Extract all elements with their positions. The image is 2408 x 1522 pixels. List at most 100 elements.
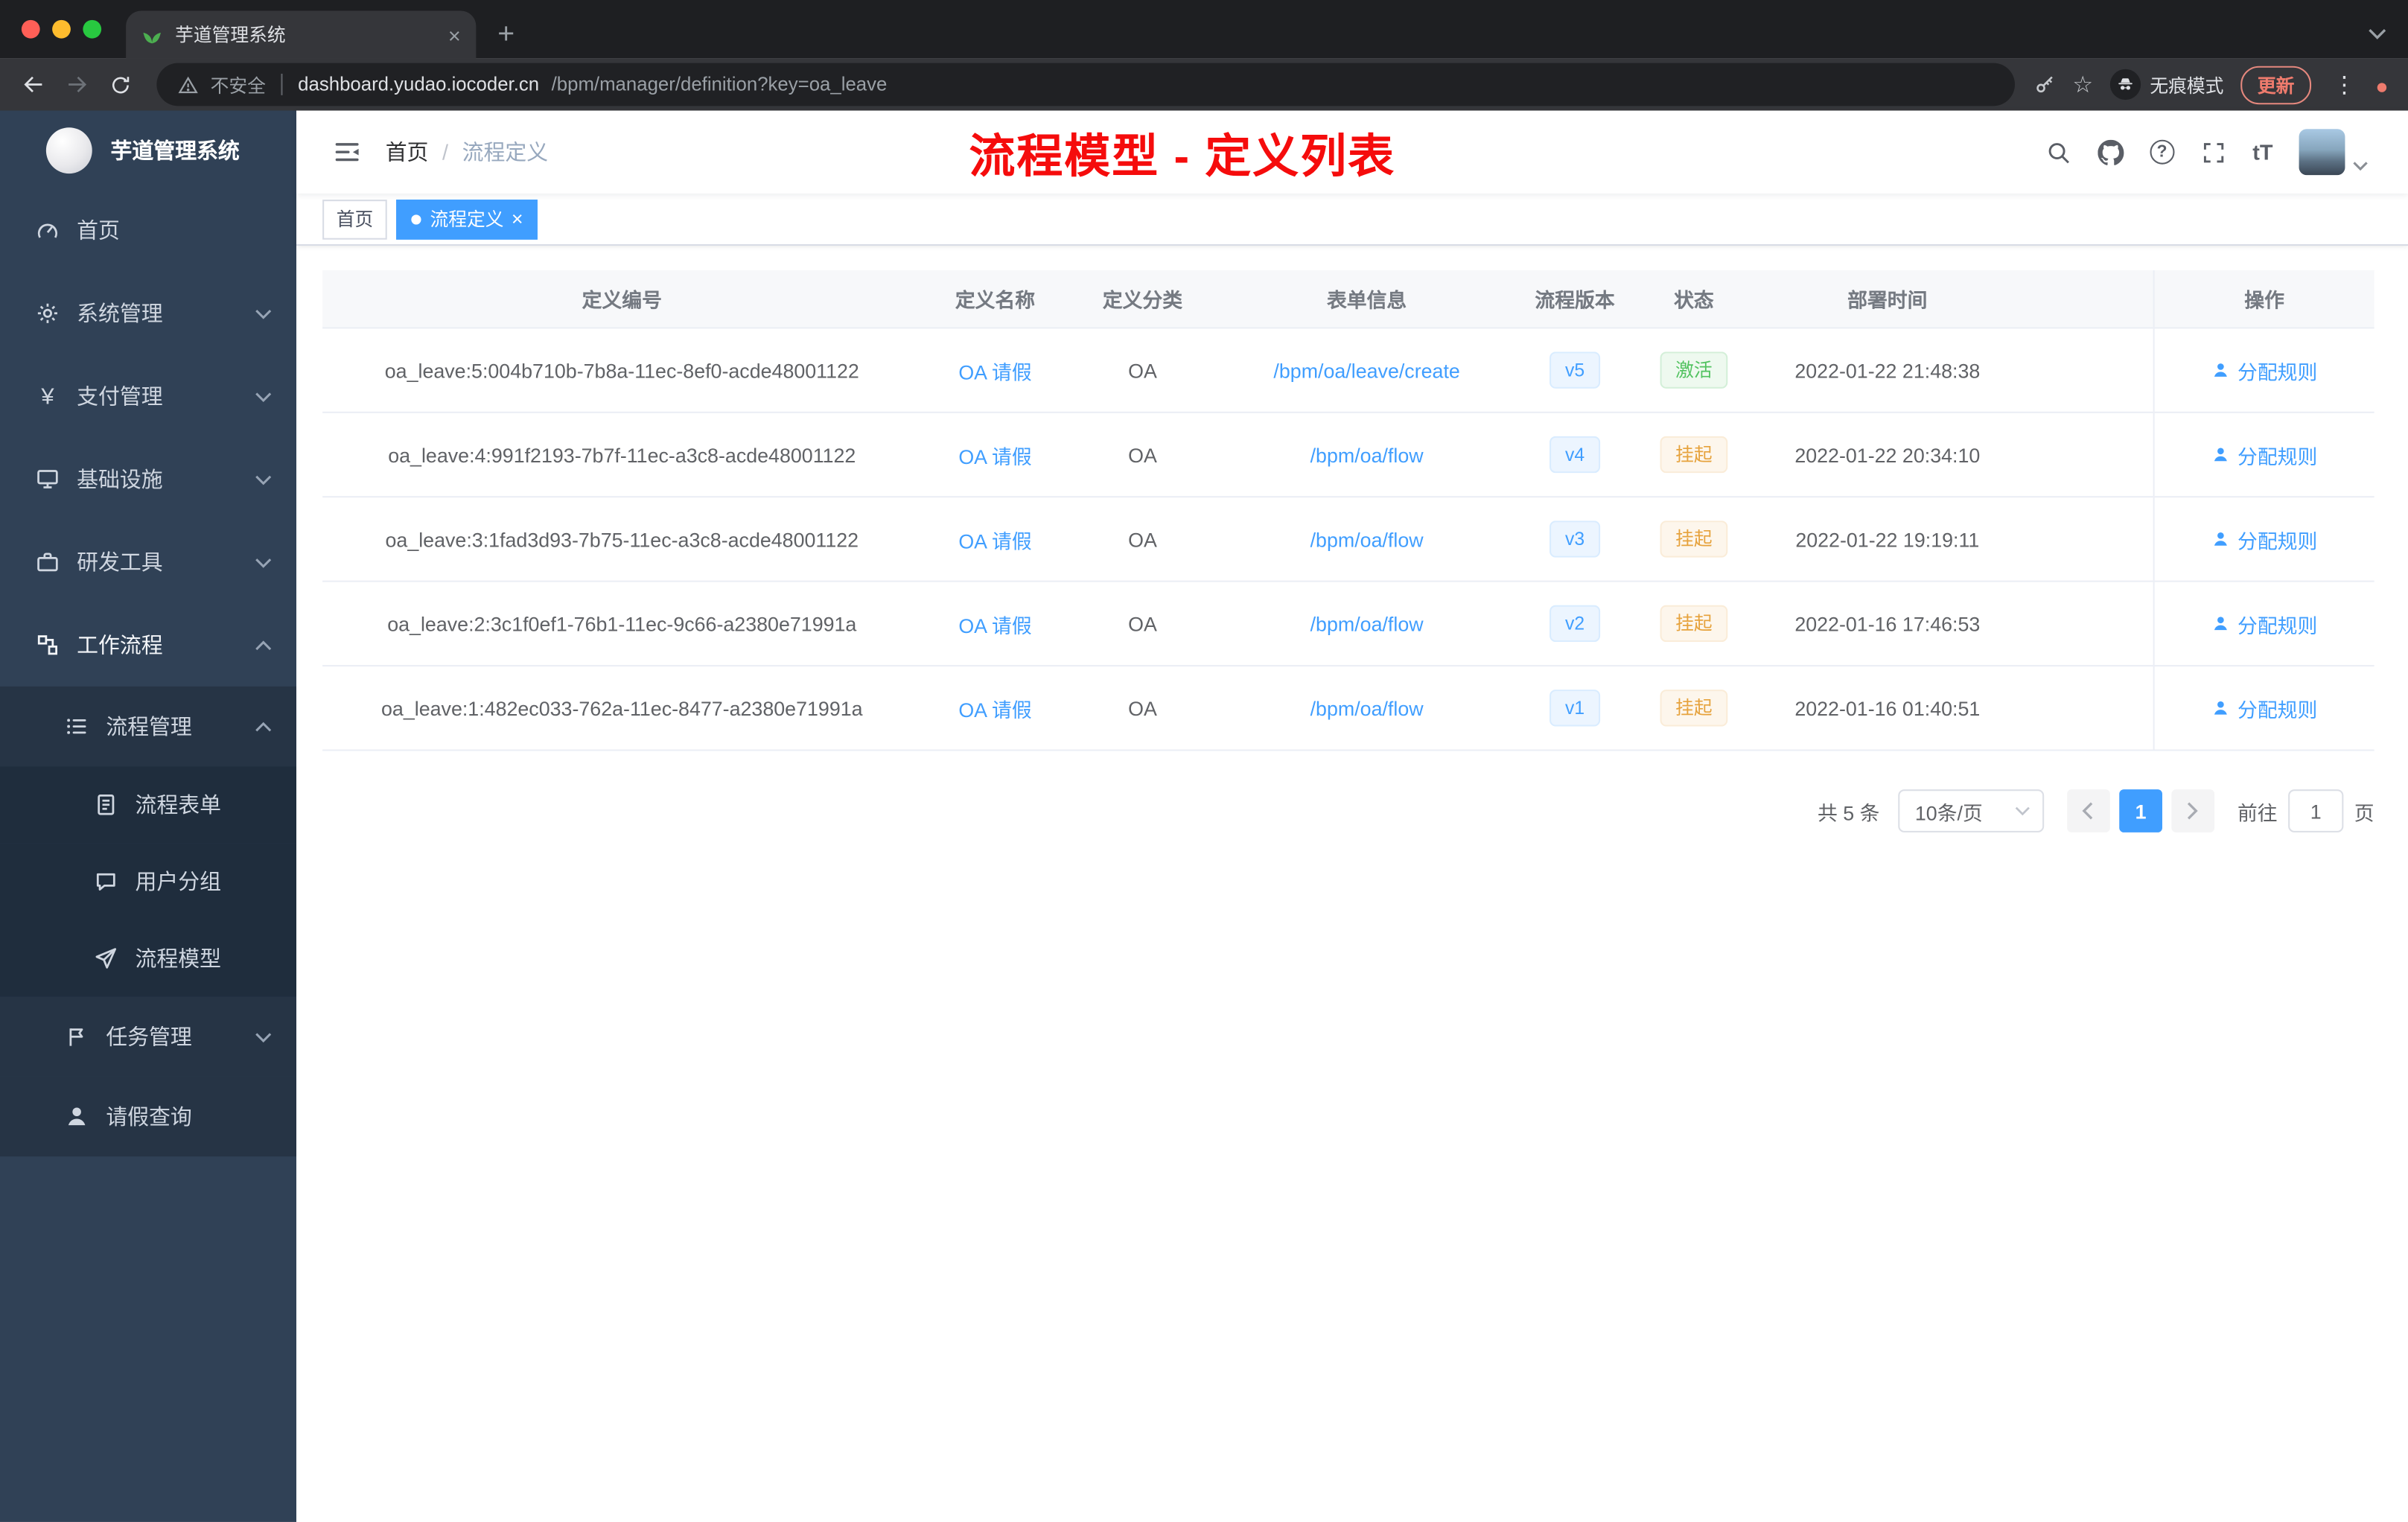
chevron-left-icon (2083, 802, 2094, 820)
password-key-icon[interactable] (2033, 73, 2056, 96)
tags-bar: 首页 流程定义 × (296, 193, 2408, 246)
navbar-actions: ? tT (2045, 129, 2408, 176)
tag-home[interactable]: 首页 (322, 199, 387, 239)
sidebar-item-task-management[interactable]: 任务管理 (0, 996, 297, 1077)
list-icon (67, 719, 86, 734)
window-controls (0, 0, 126, 58)
goto-label: 前往 (2237, 800, 2278, 824)
window-minimize-button[interactable] (52, 19, 71, 39)
fullscreen-icon[interactable] (2200, 139, 2226, 165)
form-link[interactable]: /bpm/oa/flow (1310, 527, 1424, 550)
version-badge: v1 (1549, 690, 1600, 727)
definition-name-link[interactable]: OA 请假 (958, 529, 1031, 553)
yen-icon: ¥ (41, 383, 54, 410)
reload-button[interactable] (98, 73, 141, 96)
form-link[interactable]: /bpm/oa/flow (1310, 612, 1424, 635)
back-button[interactable] (13, 72, 56, 97)
assign-rule-link[interactable]: 分配规则 (2211, 524, 2317, 553)
assign-rule-link[interactable]: 分配规则 (2211, 440, 2317, 469)
sidebar-item-leave-query[interactable]: 请假查询 (0, 1076, 297, 1157)
user-icon (2214, 617, 2227, 631)
user-icon (2214, 363, 2227, 377)
sidebar-item-dev-tools[interactable]: 研发工具 (0, 520, 296, 603)
screen: 芋道管理系统 × + 不安全 dashboard.yudao.iocoder.c… (0, 0, 2408, 1522)
sidebar-item-workflow[interactable]: 工作流程 (0, 604, 296, 687)
incognito-label: 无痕模式 (2150, 74, 2224, 96)
prev-page-button[interactable] (2067, 789, 2110, 832)
tab-close-icon[interactable]: × (448, 24, 461, 45)
chevron-up-icon (255, 640, 272, 650)
github-icon[interactable] (2097, 138, 2124, 165)
page-number-button[interactable]: 1 (2119, 789, 2162, 832)
page-size-select[interactable]: 10条/页 (1898, 789, 2045, 832)
sidebar-item-infrastructure[interactable]: 基础设施 (0, 438, 296, 520)
definition-category: OA (1128, 696, 1157, 720)
tab-title: 芋道管理系统 (175, 25, 286, 46)
user-icon (2214, 701, 2227, 715)
form-link[interactable]: /bpm/oa/flow (1310, 696, 1424, 719)
tab-search-icon[interactable] (2368, 20, 2386, 48)
definition-name-link[interactable]: OA 请假 (958, 445, 1031, 468)
assign-rule-link[interactable]: 分配规则 (2211, 693, 2317, 722)
definition-name-link[interactable]: OA 请假 (958, 360, 1031, 383)
search-icon[interactable] (2045, 139, 2071, 165)
definition-id: oa_leave:2:3c1f0ef1-76b1-11ec-9c66-a2380… (387, 611, 857, 635)
definition-name-link[interactable]: OA 请假 (958, 698, 1031, 721)
font-size-icon[interactable]: tT (2252, 140, 2272, 165)
form-link[interactable]: /bpm/oa/flow (1310, 443, 1424, 466)
sidebar-item-process-form[interactable]: 流程表单 (0, 766, 297, 844)
chevron-down-icon (2015, 806, 2030, 816)
not-secure-icon[interactable] (178, 74, 198, 95)
breadcrumb: 首页 / 流程定义 (386, 137, 548, 168)
sidebar-item-process-management[interactable]: 流程管理 (0, 686, 297, 767)
briefcase-icon (37, 553, 58, 572)
page-content: 定义编号 定义名称 定义分类 表单信息 流程版本 状态 部署时间 操作 oa_l… (296, 246, 2408, 1522)
browser-toolbar: 不安全 dashboard.yudao.iocoder.cn/bpm/manag… (0, 58, 2408, 111)
window-close-button[interactable] (21, 19, 40, 39)
sidebar-item-home[interactable]: 首页 (0, 189, 296, 272)
sidebar-item-label: 基础设施 (77, 467, 163, 491)
breadcrumb-home[interactable]: 首页 (386, 137, 429, 168)
sidebar-item-process-model[interactable]: 流程模型 (0, 920, 297, 997)
paper-plane-icon (95, 948, 117, 969)
sidebar-item-user-group[interactable]: 用户分组 (0, 843, 297, 920)
definition-id: oa_leave:3:1fad3d93-7b75-11ec-a3c8-acde4… (385, 527, 859, 551)
browser-tab[interactable]: 芋道管理系统 × (126, 10, 477, 59)
new-tab-button[interactable]: + (497, 20, 515, 49)
tag-label: 首页 (336, 208, 374, 231)
chat-bubble-icon (96, 873, 115, 891)
monitor-icon (37, 470, 58, 488)
table-row: oa_leave:5:004b710b-7b8a-11ec-8ef0-acde4… (322, 328, 2374, 413)
form-link[interactable]: /bpm/oa/leave/create (1273, 359, 1459, 382)
window-zoom-button[interactable] (83, 19, 102, 39)
goto-page-input[interactable] (2288, 789, 2344, 832)
assign-rule-link[interactable]: 分配规则 (2211, 609, 2317, 638)
document-icon (98, 795, 115, 815)
user-menu[interactable] (2299, 129, 2369, 176)
chevron-down-icon (255, 474, 272, 485)
tag-label: 流程定义 (430, 208, 504, 231)
deploy-time: 2022-01-16 01:40:51 (1794, 696, 1981, 720)
sidebar-logo[interactable]: 芋道管理系统 (0, 111, 296, 189)
assign-rule-link[interactable]: 分配规则 (2211, 355, 2317, 384)
address-bar[interactable]: 不安全 dashboard.yudao.iocoder.cn/bpm/manag… (156, 63, 2015, 106)
version-badge: v2 (1549, 605, 1600, 643)
tag-close-icon[interactable]: × (512, 209, 523, 229)
browser-update-button[interactable]: 更新 (2240, 65, 2312, 104)
active-dot (411, 214, 421, 224)
sidebar-item-system[interactable]: 系统管理 (0, 272, 296, 354)
browser-menu-icon[interactable]: ⋮ (2328, 71, 2360, 98)
status-badge: 挂起 (1660, 605, 1728, 643)
deploy-time: 2022-01-22 20:34:10 (1794, 443, 1981, 466)
definition-name-link[interactable]: OA 请假 (958, 614, 1031, 637)
tag-process-definition[interactable]: 流程定义 × (396, 199, 538, 239)
bookmark-star-icon[interactable]: ☆ (2072, 73, 2093, 96)
column-header: 部署时间 (1847, 288, 1928, 312)
sidebar-item-payment[interactable]: ¥ 支付管理 (0, 354, 296, 437)
forward-button[interactable] (55, 72, 98, 97)
hamburger-icon[interactable] (296, 137, 386, 168)
help-icon[interactable]: ? (2150, 139, 2175, 165)
next-page-button[interactable] (2171, 789, 2215, 832)
status-badge: 挂起 (1660, 520, 1728, 558)
sidebar-item-label: 请假查询 (106, 1104, 192, 1129)
